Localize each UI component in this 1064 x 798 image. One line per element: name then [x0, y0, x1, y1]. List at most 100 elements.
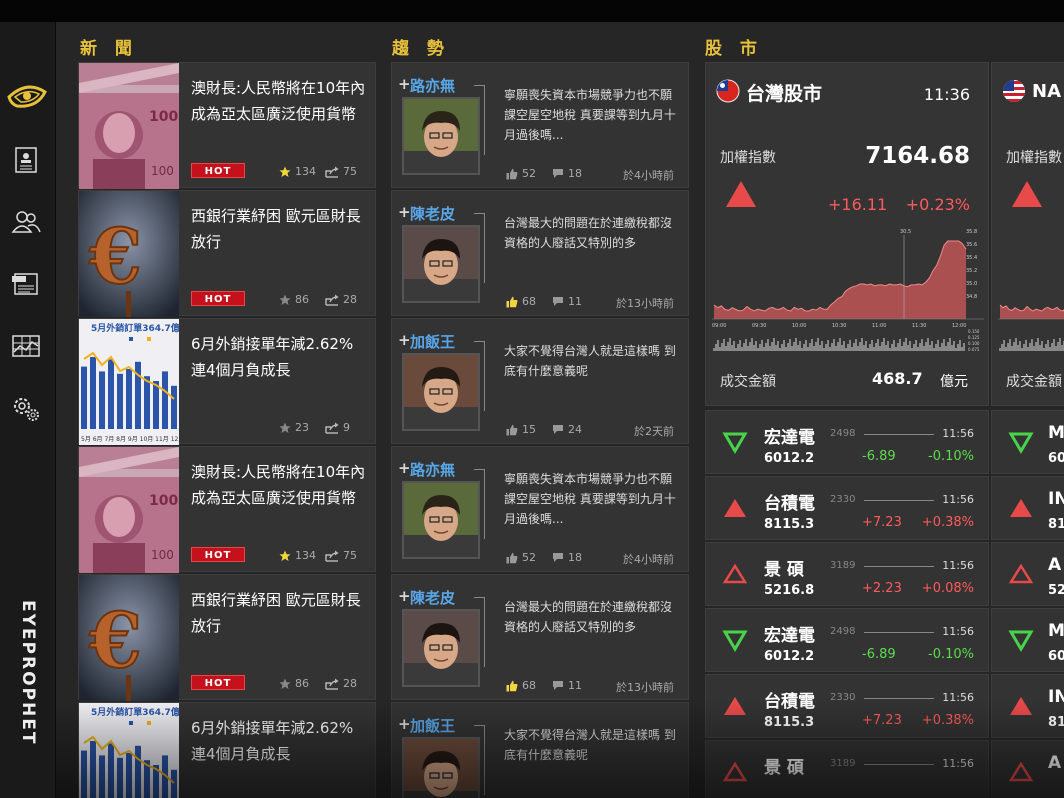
comment-icon — [553, 297, 563, 306]
star-count[interactable]: 134 — [279, 165, 316, 178]
trend-card[interactable]: + 陳老皮 台灣最大的問題在於連繳稅都沒資格的人廢話又特別的多 68 11 於13小時前 — [391, 574, 689, 700]
avatar[interactable] — [402, 609, 480, 687]
yuan-banknote-thumbnail: 100 100 — [79, 63, 179, 189]
star-count[interactable]: 86 — [279, 677, 309, 690]
stock-row[interactable]: IN 81 — [991, 674, 1064, 738]
comment-count[interactable]: 11 — [552, 679, 582, 692]
market-panel-2[interactable]: NA 加權指數 成交金額 — [991, 62, 1064, 406]
follow-plus-icon[interactable]: + — [398, 203, 411, 221]
up-arrow-icon — [724, 499, 746, 517]
share-count[interactable]: 28 — [325, 293, 357, 306]
stock-row[interactable]: A — [991, 740, 1064, 798]
trend-user-name[interactable]: 加飯王 — [410, 715, 455, 736]
eye-logo-icon[interactable] — [7, 84, 47, 110]
share-count[interactable]: 75 — [325, 549, 357, 562]
trend-time: 於13小時前 — [616, 297, 674, 310]
news-title: 西銀行業紓困 歐元區財長放行 — [191, 207, 361, 251]
avatar[interactable] — [402, 353, 480, 431]
trend-user-name[interactable]: 路亦無 — [410, 75, 455, 96]
comment-count[interactable]: 18 — [552, 551, 582, 564]
follow-plus-icon[interactable]: + — [398, 331, 411, 349]
divider-line — [864, 434, 934, 435]
news-card[interactable]: € 西銀行業紓困 歐元區財長放行 HOT 86 28 — [78, 574, 376, 701]
stock-row[interactable]: 台積電 2330 11:56 8115.3 +7.23 +0.38% — [705, 674, 989, 738]
x-tick-label: 11:00 — [872, 323, 886, 329]
like-count[interactable]: 52 — [506, 167, 536, 180]
trend-card[interactable]: + 加飯王 大家不覺得台灣人就是這樣嗎 到底有什麼意義呢 — [391, 702, 689, 798]
avatar[interactable] — [402, 97, 480, 175]
like-count[interactable]: 52 — [506, 551, 536, 564]
avatar[interactable] — [402, 481, 480, 559]
star-icon — [279, 166, 291, 177]
star-count[interactable]: 86 — [279, 293, 309, 306]
follow-plus-icon[interactable]: + — [398, 715, 411, 733]
stock-row[interactable]: 台積電 2330 11:56 8115.3 +7.23 +0.38% — [705, 476, 989, 540]
market-2-volume-label: 成交金額 — [1006, 374, 1062, 390]
like-count[interactable]: 68 — [506, 679, 536, 692]
share-count[interactable]: 75 — [325, 165, 357, 178]
trend-user-name[interactable]: 路亦無 — [410, 459, 455, 480]
comment-count[interactable]: 11 — [552, 295, 582, 308]
export-chart-thumbnail: 5月外銷訂單364.7億 5月 6月 7月 8月 9月 10月 11月 12月 — [79, 319, 179, 445]
news-card[interactable]: € 西銀行業紓困 歐元區財長放行 HOT 86 28 — [78, 190, 376, 317]
trend-user-name[interactable]: 陳老皮 — [410, 203, 455, 224]
avatar[interactable] — [402, 225, 480, 303]
share-count[interactable]: 28 — [325, 677, 357, 690]
stock-row[interactable]: 宏達電 2498 11:56 6012.2 -6.89 -0.10% — [705, 608, 989, 672]
down-arrow-icon — [722, 432, 748, 454]
trend-user-name[interactable]: 加飯王 — [410, 331, 455, 352]
follow-plus-icon[interactable]: + — [398, 587, 411, 605]
stock-name: M — [1048, 423, 1064, 443]
stock-row[interactable]: IN 81 — [991, 476, 1064, 540]
stock-row[interactable]: M 60 — [991, 410, 1064, 474]
news-card[interactable]: 5月外銷訂單364.7億5月 6月 7月 8月 9月 10月 11月 12月6月… — [78, 702, 376, 798]
star-count[interactable]: 23 — [279, 421, 309, 434]
star-count[interactable]: 134 — [279, 549, 316, 562]
comment-count[interactable]: 24 — [552, 423, 582, 436]
stock-name: 景 碩 — [764, 560, 804, 580]
people-icon[interactable] — [10, 206, 42, 238]
stock-name: IN — [1048, 489, 1064, 509]
star-icon — [279, 422, 291, 433]
like-count[interactable]: 15 — [506, 423, 536, 436]
divider-line — [864, 500, 934, 501]
news-card[interactable]: 100 100 澳財長:人民幣將在10年內成為亞太區廣泛使用貨幣 HOT 134 75 — [78, 62, 376, 189]
trend-time: 於2天前 — [634, 425, 674, 438]
stock-row[interactable]: 宏達電 2498 11:56 6012.2 -6.89 -0.10% — [705, 410, 989, 474]
avatar[interactable] — [402, 737, 480, 798]
stock-row[interactable]: 景 碩 3189 11:56 5216.8 +2.23 +0.08% — [705, 542, 989, 606]
follow-plus-icon[interactable]: + — [398, 75, 411, 93]
profile-icon[interactable] — [10, 144, 42, 176]
trend-card[interactable]: + 陳老皮 台灣最大的問題在於連繳稅都沒資格的人廢話又特別的多 68 11 於13小時前 — [391, 190, 689, 316]
down-arrow-icon — [722, 630, 748, 652]
like-icon — [506, 680, 518, 691]
trend-card[interactable]: + 路亦無 寧願喪失資本市場競爭力也不願課空屋空地稅 真要課等到九月十月過後嗎...… — [391, 62, 689, 188]
stock-price: 52 — [1048, 583, 1064, 598]
stock-row[interactable]: M 60 — [991, 608, 1064, 672]
news-card[interactable]: 100 100 澳財長:人民幣將在10年內成為亞太區廣泛使用貨幣 HOT 134 75 — [78, 446, 376, 573]
trend-user-name[interactable]: 陳老皮 — [410, 587, 455, 608]
trend-card[interactable]: + 加飯王 大家不覺得台灣人就是這樣嗎 到底有什麼意義呢 15 24 於2天前 — [391, 318, 689, 444]
connector-line — [484, 85, 485, 155]
like-icon — [506, 552, 518, 563]
stock-row[interactable]: A 52 — [991, 542, 1064, 606]
divider-line — [864, 764, 934, 765]
news-thumbnail: 100 100 — [79, 63, 179, 189]
news-title: 6月外銷接單年減2.62% 連4個月負成長 — [191, 719, 354, 763]
settings-icon[interactable] — [10, 392, 42, 424]
stock-name: 景 碩 — [764, 758, 804, 778]
index-label: 加權指數 — [720, 150, 776, 166]
stock-row[interactable]: 景 碩 3189 11:56 — [705, 740, 989, 798]
like-count[interactable]: 68 — [506, 295, 536, 308]
comment-count[interactable]: 18 — [552, 167, 582, 180]
connector-line — [484, 341, 485, 411]
trend-card[interactable]: + 路亦無 寧願喪失資本市場競爭力也不願課空屋空地稅 真要課等到九月十月過後嗎...… — [391, 446, 689, 572]
newspaper-icon[interactable] — [10, 268, 42, 300]
market-2-chart — [998, 304, 1064, 351]
follow-plus-icon[interactable]: + — [398, 459, 411, 477]
news-card[interactable]: 5月外銷訂單364.7億5月 6月 7月 8月 9月 10月 11月 12月6月… — [78, 318, 376, 445]
stock-time: 11:56 — [942, 691, 974, 704]
chart-grid-icon[interactable] — [10, 330, 42, 362]
share-count[interactable]: 9 — [325, 421, 350, 434]
market-panel[interactable]: 台灣股市 11:36 加權指數 7164.68 +16.11 +0.23% 09… — [705, 62, 989, 406]
